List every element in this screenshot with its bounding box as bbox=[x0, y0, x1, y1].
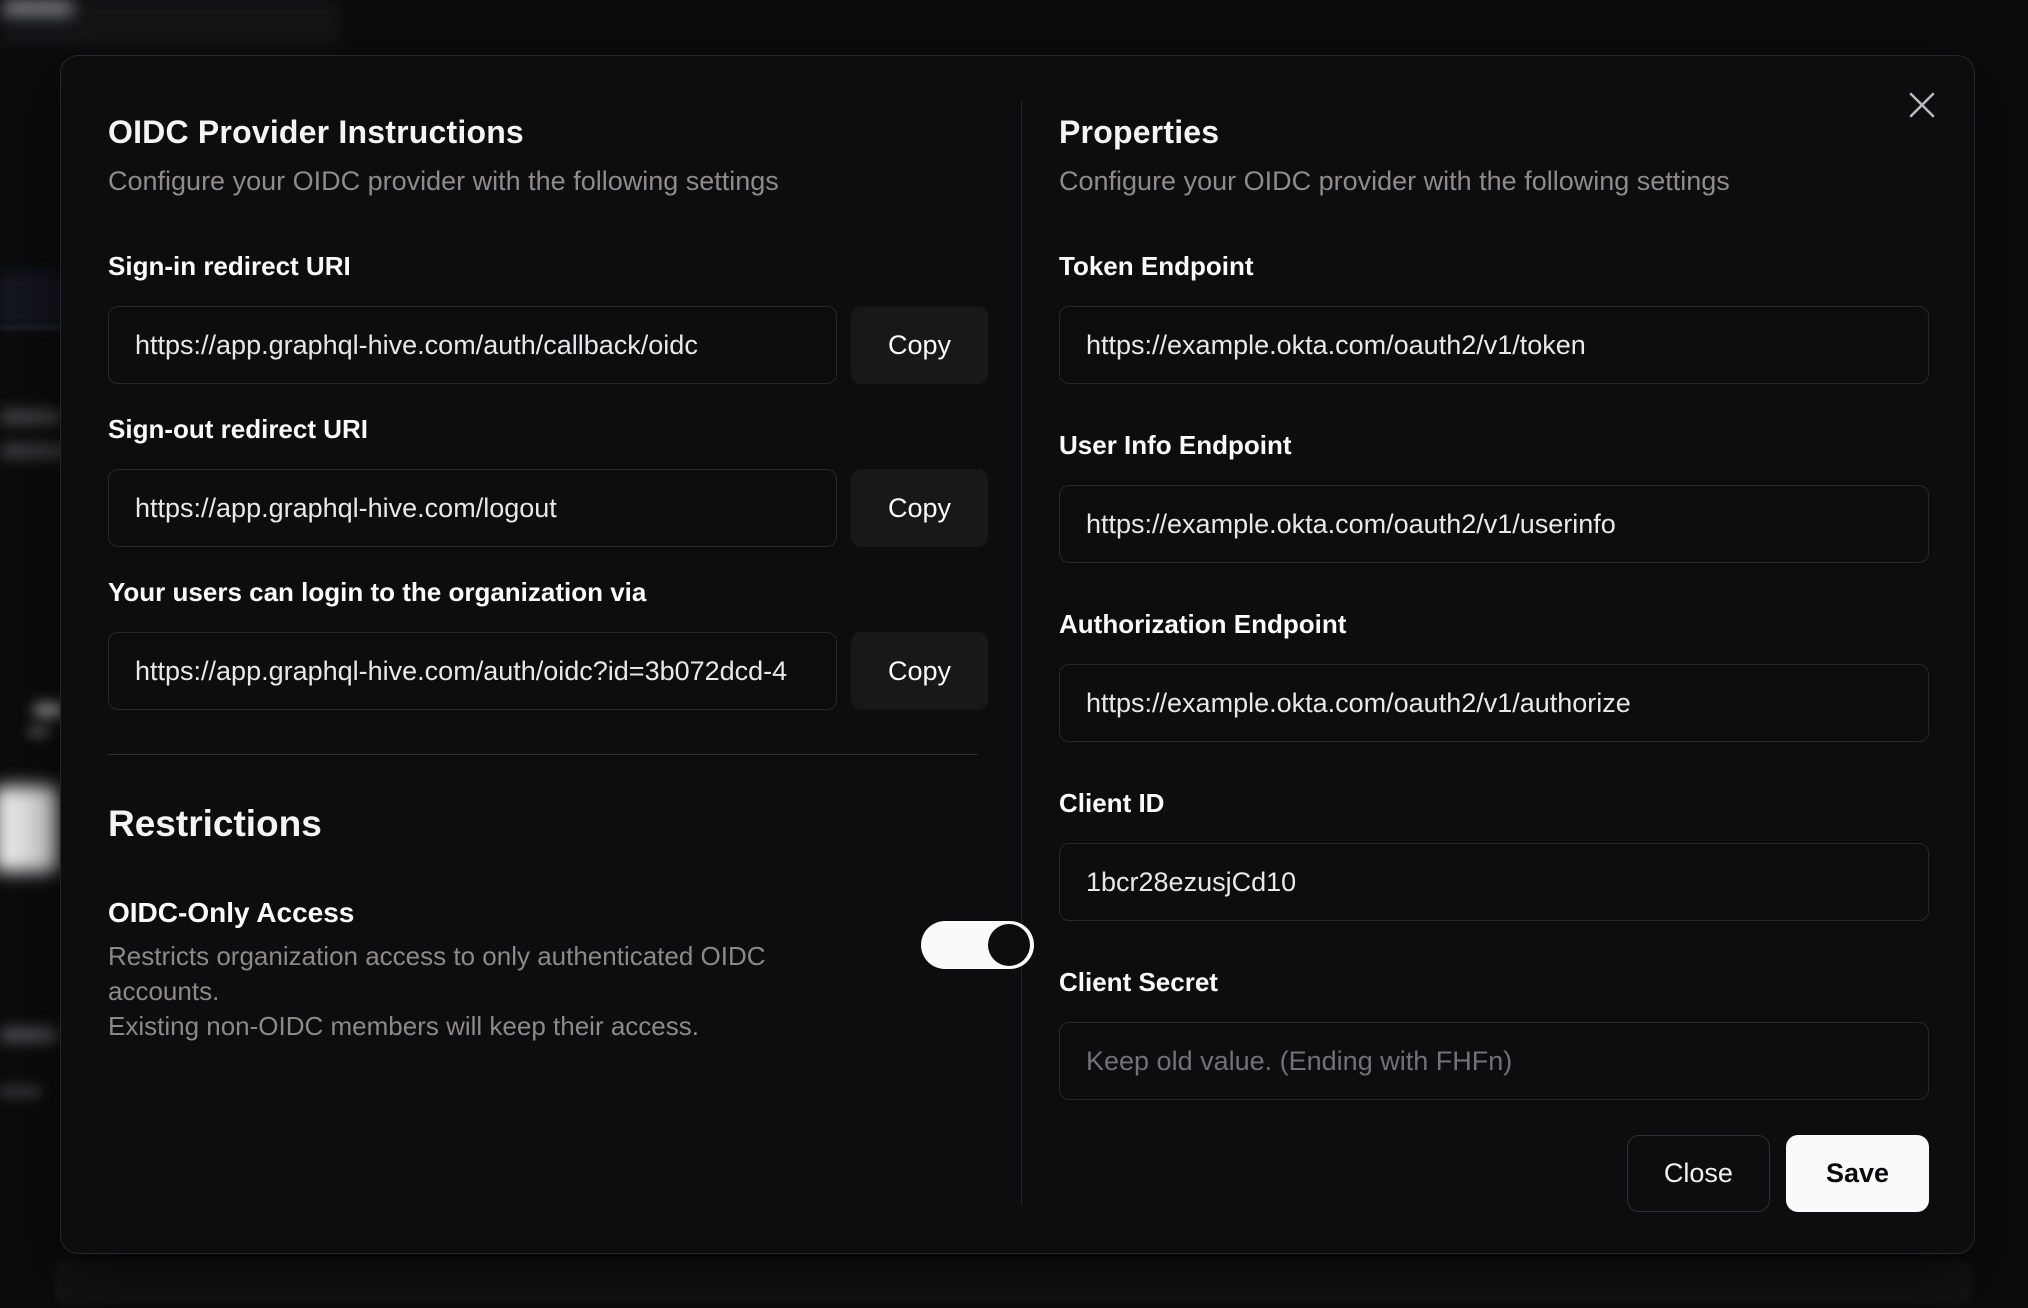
sign-in-redirect-label: Sign-in redirect URI bbox=[108, 251, 351, 281]
login-url-label: Your users can login to the organization… bbox=[108, 577, 647, 607]
sign-out-redirect-label: Sign-out redirect URI bbox=[108, 414, 369, 444]
authorization-endpoint-input[interactable] bbox=[1059, 664, 1929, 742]
oidc-only-access-text: OIDC-Only Access Restricts organization … bbox=[108, 897, 848, 1044]
authorization-endpoint-label: Authorization Endpoint bbox=[1059, 609, 1347, 639]
background-blur-logo bbox=[2, 0, 74, 16]
oidc-only-access-label: OIDC-Only Access bbox=[108, 897, 355, 928]
client-id-input[interactable] bbox=[1059, 843, 1929, 921]
client-secret-input[interactable] bbox=[1059, 1022, 1929, 1100]
user-info-endpoint-label: User Info Endpoint bbox=[1059, 430, 1292, 460]
oidc-settings-dialog: OIDC Provider Instructions Configure you… bbox=[60, 55, 1975, 1254]
sign-out-redirect-row: Copy bbox=[108, 469, 1034, 547]
copy-login-url-button[interactable]: Copy bbox=[851, 632, 988, 710]
restrictions-title: Restrictions bbox=[108, 803, 322, 844]
background-blur-text bbox=[0, 1028, 58, 1042]
instructions-subtitle: Configure your OIDC provider with the fo… bbox=[108, 166, 779, 196]
instructions-title: OIDC Provider Instructions bbox=[108, 114, 524, 150]
login-url-row: Copy bbox=[108, 632, 1034, 710]
login-url-input[interactable] bbox=[108, 632, 837, 710]
background-blur-white-button bbox=[0, 786, 58, 872]
copy-sign-out-button[interactable]: Copy bbox=[851, 469, 988, 547]
close-button[interactable]: Close bbox=[1626, 1135, 1770, 1212]
user-info-endpoint-input[interactable] bbox=[1059, 485, 1929, 563]
dialog-actions: Close Save bbox=[1059, 1135, 1929, 1212]
token-endpoint-label: Token Endpoint bbox=[1059, 251, 1254, 281]
background-blur-text bbox=[0, 1086, 42, 1097]
client-id-row bbox=[1059, 843, 1929, 921]
properties-column: Properties Configure your OIDC provider … bbox=[1059, 114, 1929, 1212]
background-blur-text bbox=[0, 410, 62, 424]
background-blur-text bbox=[28, 727, 50, 736]
authorization-endpoint-row bbox=[1059, 664, 1929, 742]
copy-sign-in-button[interactable]: Copy bbox=[851, 306, 988, 384]
oidc-only-access-description: Restricts organization access to only au… bbox=[108, 941, 766, 1041]
token-endpoint-input[interactable] bbox=[1059, 306, 1929, 384]
token-endpoint-row bbox=[1059, 306, 1929, 384]
instructions-column: OIDC Provider Instructions Configure you… bbox=[108, 114, 1034, 1044]
properties-title: Properties bbox=[1059, 114, 1220, 150]
oidc-only-access-row: OIDC-Only Access Restricts organization … bbox=[108, 897, 1034, 1044]
background-blur-card bbox=[0, 0, 340, 46]
sign-out-redirect-input[interactable] bbox=[108, 469, 837, 547]
client-secret-label: Client Secret bbox=[1059, 967, 1218, 997]
toggle-knob-icon bbox=[988, 924, 1030, 966]
properties-subtitle: Configure your OIDC provider with the fo… bbox=[1059, 166, 1730, 196]
save-button[interactable]: Save bbox=[1785, 1135, 1929, 1212]
sign-in-redirect-row: Copy bbox=[108, 306, 1034, 384]
client-secret-row bbox=[1059, 1022, 1929, 1100]
user-info-endpoint-row bbox=[1059, 485, 1929, 563]
sign-in-redirect-input[interactable] bbox=[108, 306, 837, 384]
oidc-only-access-toggle[interactable] bbox=[921, 921, 1034, 969]
background-card-edge bbox=[55, 1260, 1973, 1304]
client-id-label: Client ID bbox=[1059, 788, 1165, 818]
section-divider bbox=[108, 754, 978, 755]
